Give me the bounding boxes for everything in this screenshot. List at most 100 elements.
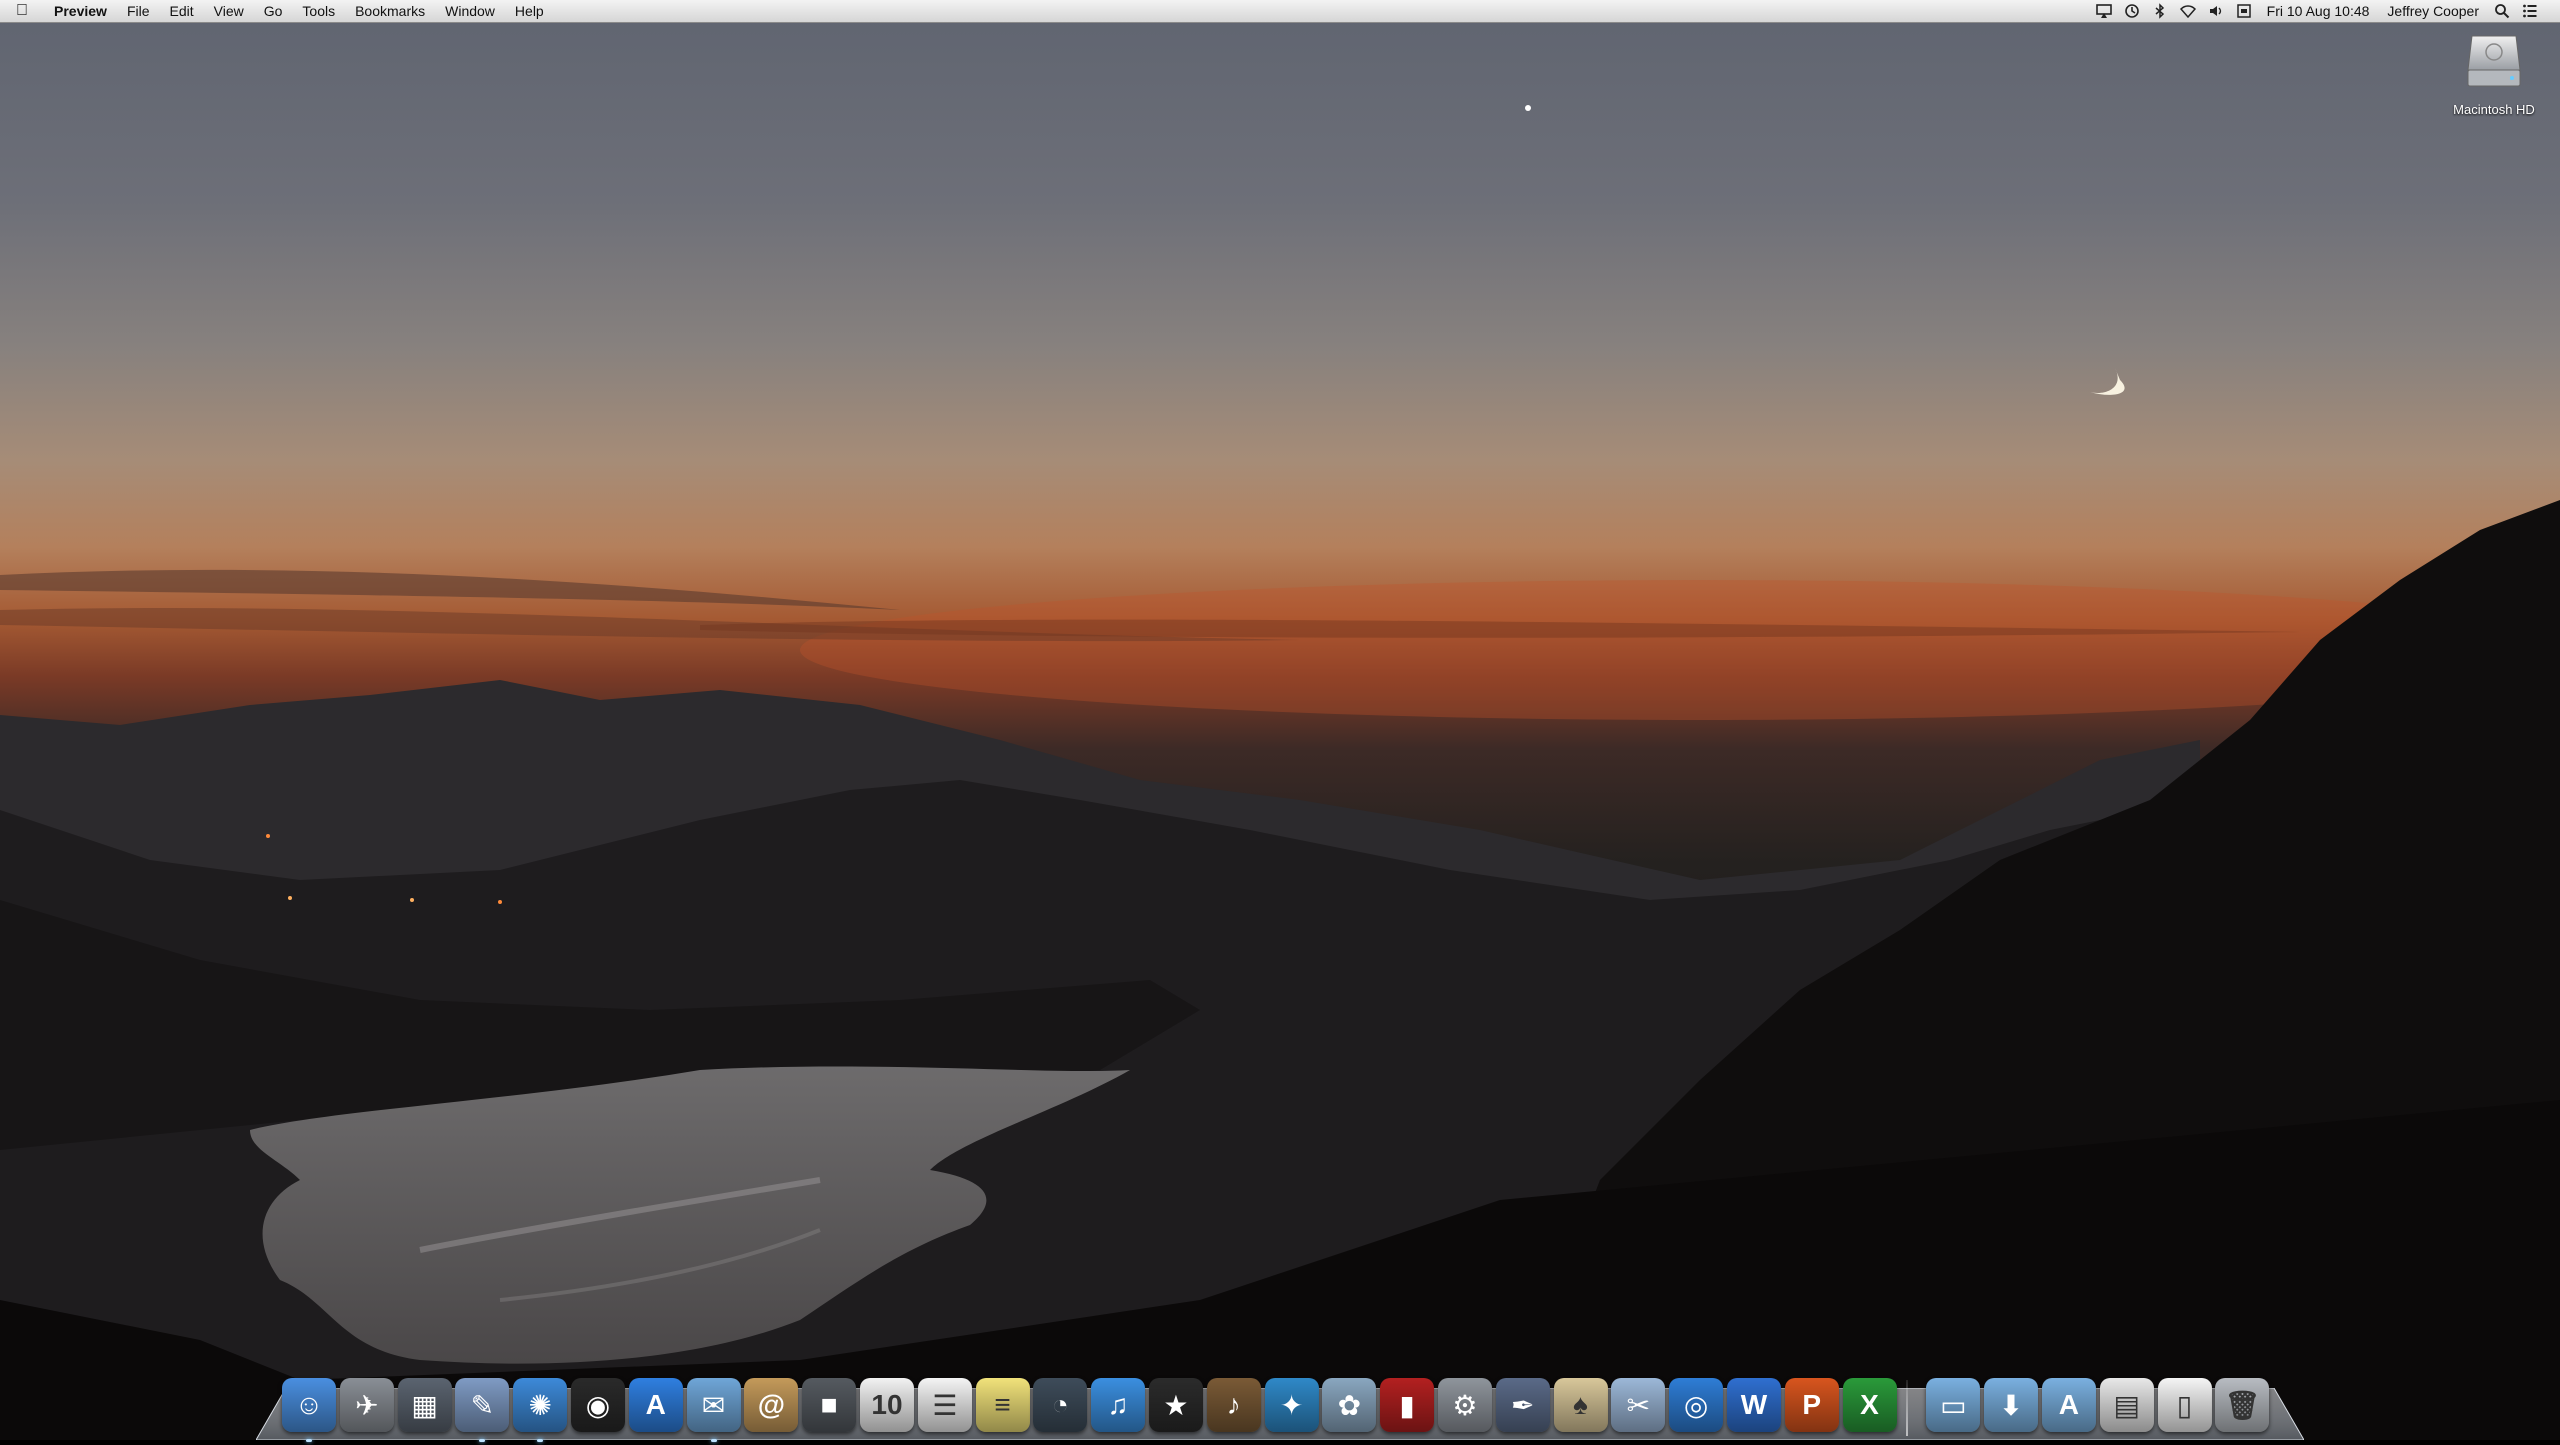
- itunes-glyph: ♫: [1107, 1389, 1129, 1420]
- system-preferences-icon[interactable]: ⚙: [1437, 1378, 1492, 1432]
- garageband-glyph: ♪: [1226, 1389, 1241, 1420]
- photo-booth-glyph: ◉: [585, 1389, 611, 1421]
- contacts-icon[interactable]: @: [744, 1378, 799, 1432]
- menu-tools[interactable]: Tools: [292, 0, 345, 22]
- screenshot-stack-icon[interactable]: ▤: [2099, 1378, 2154, 1432]
- menu-user-name[interactable]: Jeffrey Cooper: [2378, 0, 2488, 22]
- word-icon[interactable]: W: [1726, 1378, 1781, 1432]
- notes-glyph: ≡: [994, 1389, 1011, 1420]
- wifi-icon[interactable]: [2177, 0, 2199, 22]
- desktop-wallpaper: [0, 0, 2560, 1440]
- input-menu-icon[interactable]: [2233, 0, 2255, 22]
- menu-edit[interactable]: Edit: [160, 0, 204, 22]
- itunes-icon[interactable]: ♫: [1091, 1378, 1146, 1432]
- script-editor-icon[interactable]: ✒: [1495, 1378, 1550, 1432]
- word-glyph: W: [1740, 1389, 1768, 1420]
- document-stack-icon[interactable]: ▯: [2157, 1378, 2212, 1432]
- calendar-glyph: 10: [871, 1389, 903, 1420]
- image-capture-icon[interactable]: ✂: [1611, 1378, 1666, 1432]
- twitter-icon[interactable]: ✦: [1264, 1378, 1319, 1432]
- imovie-icon[interactable]: ★: [1148, 1378, 1203, 1432]
- menu-go[interactable]: Go: [254, 0, 293, 22]
- menu-view[interactable]: View: [204, 0, 254, 22]
- dock-separator: [1906, 1380, 1909, 1436]
- downloads-folder-icon[interactable]: ⬇: [1984, 1378, 2039, 1432]
- contacts-glyph: @: [757, 1389, 786, 1420]
- photo-booth-red-glyph: ▮: [1399, 1389, 1415, 1421]
- bluetooth-icon[interactable]: [2149, 0, 2171, 22]
- menu-help[interactable]: Help: [505, 0, 554, 22]
- volume-icon[interactable]: [2205, 0, 2227, 22]
- powerpoint-glyph: P: [1802, 1389, 1822, 1420]
- powerpoint-icon[interactable]: P: [1784, 1378, 1839, 1432]
- safari-icon[interactable]: ✺: [513, 1378, 568, 1442]
- twitter-glyph: ✦: [1279, 1389, 1304, 1421]
- launchpad-glyph: ✈: [355, 1389, 379, 1421]
- running-indicator: [537, 1439, 544, 1442]
- network-glyph: ◎: [1683, 1389, 1709, 1421]
- mail-icon[interactable]: ✉: [686, 1378, 741, 1442]
- network-icon[interactable]: ◎: [1669, 1378, 1724, 1432]
- image-capture-glyph: ✂: [1626, 1389, 1651, 1421]
- running-indicator: [710, 1439, 717, 1442]
- facetime-icon[interactable]: ■: [802, 1378, 857, 1432]
- launchpad-icon[interactable]: ✈: [339, 1378, 394, 1432]
- excel-icon[interactable]: X: [1842, 1378, 1897, 1432]
- menu-bar-right: Fri 10 Aug 10:48 Jeffrey Cooper: [2090, 0, 2560, 22]
- trash-icon[interactable]: 🗑: [2215, 1378, 2270, 1432]
- time-machine-icon[interactable]: [2121, 0, 2143, 22]
- menu-file[interactable]: File: [117, 0, 160, 22]
- photo-booth-icon[interactable]: ◉: [570, 1378, 625, 1432]
- documents-folder-icon[interactable]: ▭: [1926, 1378, 1981, 1432]
- preview-glyph: ✎: [470, 1389, 495, 1421]
- reminders-icon[interactable]: ☰: [917, 1378, 972, 1432]
- notification-center-icon[interactable]: [2519, 0, 2541, 22]
- screenshot-stack-glyph: ▤: [2113, 1389, 2140, 1421]
- running-indicator: [306, 1439, 312, 1442]
- documents-folder-glyph: ▭: [1940, 1389, 1967, 1421]
- facetime-glyph: ■: [820, 1389, 838, 1420]
- document-stack-glyph: ▯: [2176, 1389, 2193, 1421]
- app-store-glyph: A: [645, 1389, 666, 1420]
- mission-control-glyph: ▦: [411, 1389, 438, 1421]
- menu-clock[interactable]: Fri 10 Aug 10:48: [2258, 0, 2379, 22]
- iphoto-glyph: ✿: [1337, 1389, 1362, 1421]
- downloads-folder-glyph: ⬇: [1999, 1389, 2023, 1421]
- solitaire-glyph: ♠: [1573, 1389, 1588, 1420]
- time-machine-app-glyph: ◔: [1051, 1389, 1069, 1420]
- menu-bar:  Preview File Edit View Go Tools Bookma…: [0, 0, 2560, 23]
- menu-bookmarks[interactable]: Bookmarks: [345, 0, 435, 22]
- garageband-icon[interactable]: ♪: [1206, 1378, 1261, 1432]
- running-indicator: [479, 1439, 486, 1442]
- notes-icon[interactable]: ≡: [975, 1378, 1030, 1432]
- time-machine-app-icon[interactable]: ◔: [1033, 1378, 1088, 1432]
- menu-bar-left:  Preview File Edit View Go Tools Bookma…: [0, 0, 554, 22]
- mail-glyph: ✉: [701, 1389, 726, 1421]
- iphoto-icon[interactable]: ✿: [1322, 1378, 1377, 1432]
- imovie-glyph: ★: [1163, 1389, 1189, 1421]
- preview-icon[interactable]: ✎: [455, 1378, 510, 1442]
- reminders-glyph: ☰: [932, 1389, 958, 1421]
- safari-glyph: ✺: [528, 1389, 552, 1421]
- menu-window[interactable]: Window: [435, 0, 505, 22]
- desktop-macintosh-hd[interactable]: Macintosh HD: [2434, 30, 2554, 117]
- applications-folder-glyph: A: [2058, 1389, 2080, 1420]
- mission-control-icon[interactable]: ▦: [397, 1378, 452, 1432]
- script-editor-glyph: ✒: [1511, 1389, 1535, 1421]
- app-store-icon[interactable]: A: [628, 1378, 683, 1432]
- calendar-icon[interactable]: 10: [859, 1378, 914, 1432]
- finder-icon[interactable]: ☺: [282, 1378, 336, 1442]
- dock: ☺ ✈ ▦ ✎ ✺ ◉ A ✉ @ ■ 10 ☰ ≡ ◔ ♫ ★ ♪ ✦ ✿ ▮ ⚙ ✒ ♠ ✂ ◎ W P X ▭ ⬇ A ▤ ▯ 🗑: [282, 1364, 2292, 1442]
- menu-app-name[interactable]: Preview: [48, 0, 117, 22]
- applications-folder-icon[interactable]: A: [2041, 1378, 2096, 1432]
- excel-glyph: X: [1860, 1389, 1879, 1420]
- finder-glyph: ☺: [294, 1389, 324, 1420]
- spotlight-icon[interactable]: [2491, 0, 2513, 22]
- apple-icon[interactable]: : [16, 0, 28, 22]
- solitaire-icon[interactable]: ♠: [1553, 1378, 1608, 1432]
- hard-drive-icon: [2467, 35, 2521, 87]
- photo-booth-red-icon[interactable]: ▮: [1380, 1378, 1435, 1432]
- desktop-icon-label: Macintosh HD: [2453, 102, 2535, 117]
- airplay-icon[interactable]: [2093, 0, 2115, 22]
- trash-glyph: 🗑: [2224, 1389, 2261, 1421]
